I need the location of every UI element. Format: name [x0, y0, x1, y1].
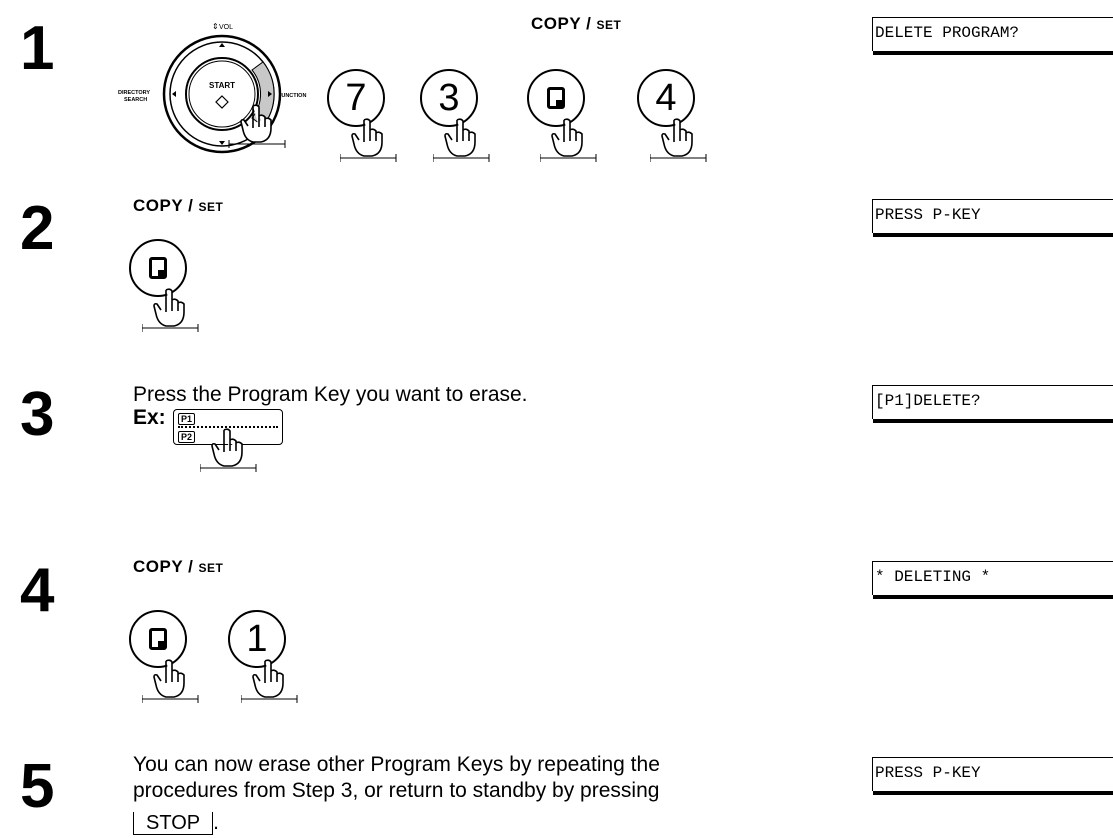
- lcd-display-2: PRESS P-KEY: [872, 199, 1113, 237]
- program-key-p2[interactable]: P2: [178, 431, 196, 443]
- step-2-number: 2: [20, 194, 55, 263]
- start-label: START: [209, 81, 235, 90]
- hand-icon: [540, 118, 597, 163]
- svg-text:⇕: ⇕: [212, 22, 219, 31]
- hand-icon: [142, 288, 199, 333]
- navigation-dial: VOL ⇕ DIRECTORY SEARCH FUNCTION START: [118, 22, 306, 154]
- step-5-line-1: You can now erase other Program Keys by …: [133, 753, 660, 776]
- function-label: FUNCTION: [278, 93, 306, 99]
- step-1-number: 1: [20, 14, 55, 83]
- step-3-instruction: Press the Program Key you want to erase.: [133, 383, 528, 406]
- hand-icon: [200, 428, 257, 473]
- step-4-number: 4: [20, 556, 55, 625]
- vol-label: VOL: [219, 24, 233, 31]
- copy-icon: [149, 628, 167, 650]
- step-3-number: 3: [20, 380, 55, 449]
- copy-set-label-4: COPY / SET: [133, 557, 224, 576]
- example-label: Ex:: [133, 406, 166, 429]
- step-5-line-3: STOP.: [133, 810, 219, 836]
- lcd-display-3: [P1]DELETE?: [872, 385, 1113, 423]
- directory-label: DIRECTORY: [118, 90, 150, 96]
- hand-icon: [241, 659, 298, 704]
- lcd-display-5: PRESS P-KEY: [872, 757, 1113, 795]
- hand-icon: [650, 118, 707, 163]
- stop-key[interactable]: STOP: [133, 812, 214, 835]
- hand-icon: [340, 118, 397, 163]
- program-key-p1[interactable]: P1: [178, 413, 196, 425]
- hand-icon: [433, 118, 490, 163]
- step-5-number: 5: [20, 752, 55, 821]
- copy-icon: [149, 257, 167, 279]
- copy-set-label-1: COPY / SET: [531, 14, 622, 33]
- search-label: SEARCH: [124, 97, 147, 103]
- lcd-display-4: * DELETING *: [872, 561, 1113, 599]
- copy-set-label-2: COPY / SET: [133, 196, 224, 215]
- step-5-line-2: procedures from Step 3, or return to sta…: [133, 779, 660, 802]
- lcd-display-1: DELETE PROGRAM?: [872, 17, 1113, 55]
- copy-icon: [547, 87, 565, 109]
- hand-icon: [142, 659, 199, 704]
